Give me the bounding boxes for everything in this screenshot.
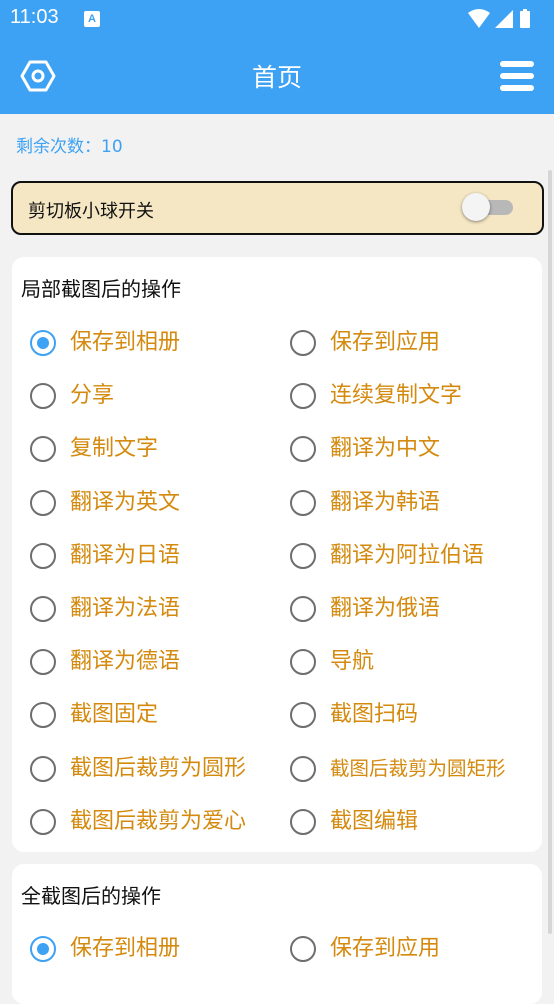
radio-option[interactable]: 保存到相册 — [30, 933, 280, 969]
radio-unchecked-icon[interactable] — [290, 436, 316, 463]
radio-unchecked-icon[interactable] — [290, 808, 316, 835]
radio-option-label: 翻译为德语 — [70, 649, 181, 675]
radio-option-label: 截图后裁剪为爱心 — [70, 808, 247, 834]
radio-option-label: 翻译为法语 — [70, 596, 181, 621]
radio-option[interactable]: 分享 — [30, 380, 280, 416]
radio-unchecked-icon[interactable] — [30, 596, 56, 622]
radio-option[interactable]: 导航 — [290, 646, 540, 682]
scrollbar[interactable] — [548, 170, 552, 934]
radio-option-label: 保存到相册 — [70, 330, 181, 355]
radio-option-label: 分享 — [70, 383, 115, 409]
radio-option[interactable]: 保存到应用 — [290, 933, 540, 969]
radio-option-label: 截图编辑 — [330, 808, 419, 834]
status-bar: 11:03 A — [0, 0, 554, 38]
radio-unchecked-icon[interactable] — [290, 596, 316, 622]
radio-unchecked-icon[interactable] — [290, 702, 316, 729]
radio-unchecked-icon[interactable] — [30, 542, 56, 569]
full-screenshot-actions-card: 全截图后的操作 保存到相册 保存到应用 — [12, 864, 542, 1004]
radio-unchecked-icon[interactable] — [30, 755, 56, 782]
radio-checked-icon[interactable] — [30, 936, 56, 962]
radio-unchecked-icon[interactable] — [290, 489, 316, 516]
radio-unchecked-icon[interactable] — [290, 755, 316, 782]
radio-option-label: 保存到应用 — [330, 330, 441, 355]
radio-option-label: 翻译为韩语 — [330, 489, 441, 515]
radio-option[interactable]: 截图扫码 — [290, 699, 540, 735]
radio-option-label: 导航 — [330, 649, 375, 675]
radio-option-label: 截图后裁剪为圆矩形 — [330, 756, 506, 780]
full-screenshot-actions-title: 全截图后的操作 — [21, 884, 161, 908]
radio-option-label: 翻译为日语 — [70, 542, 181, 568]
radio-option[interactable]: 截图编辑 — [290, 806, 540, 842]
radio-option-label: 截图固定 — [70, 702, 159, 728]
radio-option[interactable]: 翻译为阿拉伯语 — [290, 540, 540, 576]
radio-unchecked-icon[interactable] — [30, 489, 56, 516]
remaining-label: 剩余次数： — [16, 137, 101, 157]
radio-option[interactable]: 连续复制文字 — [290, 380, 540, 416]
radio-option[interactable]: 翻译为英文 — [30, 487, 280, 523]
radio-unchecked-icon[interactable] — [290, 936, 316, 962]
radio-option[interactable]: 截图后裁剪为圆矩形 — [290, 753, 540, 789]
radio-option-label: 复制文字 — [70, 436, 159, 462]
app-bar: 首页 — [0, 38, 554, 114]
status-indicators — [468, 8, 542, 28]
radio-unchecked-icon[interactable] — [290, 649, 316, 676]
radio-option[interactable]: 截图后裁剪为圆形 — [30, 753, 280, 789]
hamburger-menu-icon[interactable] — [500, 60, 534, 92]
radio-unchecked-icon[interactable] — [30, 808, 56, 835]
wifi-icon — [468, 9, 490, 28]
radio-option-label: 截图扫码 — [330, 702, 419, 728]
radio-unchecked-icon[interactable] — [290, 542, 316, 569]
radio-option-label: 保存到相册 — [70, 936, 181, 961]
remaining-value: 10 — [101, 137, 123, 157]
notification-app-icon: A — [84, 11, 100, 27]
radio-unchecked-icon[interactable] — [30, 383, 56, 410]
cellular-signal-icon — [495, 10, 513, 28]
radio-option[interactable]: 复制文字 — [30, 433, 280, 469]
radio-option[interactable]: 翻译为日语 — [30, 540, 280, 576]
radio-option-label: 翻译为中文 — [330, 436, 441, 462]
page-title: 首页 — [251, 63, 302, 92]
radio-option-label: 翻译为英文 — [70, 489, 181, 515]
radio-option-label: 截图后裁剪为圆形 — [70, 755, 247, 781]
radio-option[interactable]: 翻译为韩语 — [290, 487, 540, 523]
partial-screenshot-actions-card: 局部截图后的操作 保存到相册 保存到应用分享 连续复制文字复制文字 翻译为中文翻译为英… — [12, 257, 542, 852]
radio-unchecked-icon[interactable] — [290, 383, 316, 410]
status-time: 11:03 — [10, 6, 59, 28]
radio-option[interactable]: 翻译为俄语 — [290, 593, 540, 629]
radio-checked-icon[interactable] — [30, 330, 56, 356]
partial-screenshot-actions-title: 局部截图后的操作 — [21, 277, 181, 301]
radio-option-label: 翻译为阿拉伯语 — [330, 542, 485, 568]
battery-icon — [520, 9, 530, 28]
radio-option[interactable]: 翻译为中文 — [290, 433, 540, 469]
radio-unchecked-icon[interactable] — [30, 702, 56, 729]
radio-unchecked-icon[interactable] — [30, 436, 56, 463]
radio-option[interactable]: 翻译为法语 — [30, 593, 280, 629]
radio-option[interactable]: 截图固定 — [30, 699, 280, 735]
clipboard-ball-toggle-label: 剪切板小球开关 — [28, 201, 154, 222]
toggle-switch-thumb[interactable] — [462, 193, 490, 221]
radio-option[interactable]: 保存到相册 — [30, 327, 280, 363]
radio-option[interactable]: 翻译为德语 — [30, 646, 280, 682]
radio-option[interactable]: 截图后裁剪为爱心 — [30, 806, 280, 842]
radio-option-label: 连续复制文字 — [330, 383, 463, 409]
clipboard-ball-toggle-card[interactable]: 剪切板小球开关 — [11, 181, 544, 235]
radio-option[interactable]: 保存到应用 — [290, 327, 540, 363]
radio-option-label: 翻译为俄语 — [330, 596, 441, 621]
radio-unchecked-icon[interactable] — [30, 649, 56, 676]
remaining-count: 剩余次数：10 — [16, 132, 123, 157]
radio-option-label: 保存到应用 — [330, 936, 441, 961]
radio-unchecked-icon[interactable] — [290, 330, 316, 356]
